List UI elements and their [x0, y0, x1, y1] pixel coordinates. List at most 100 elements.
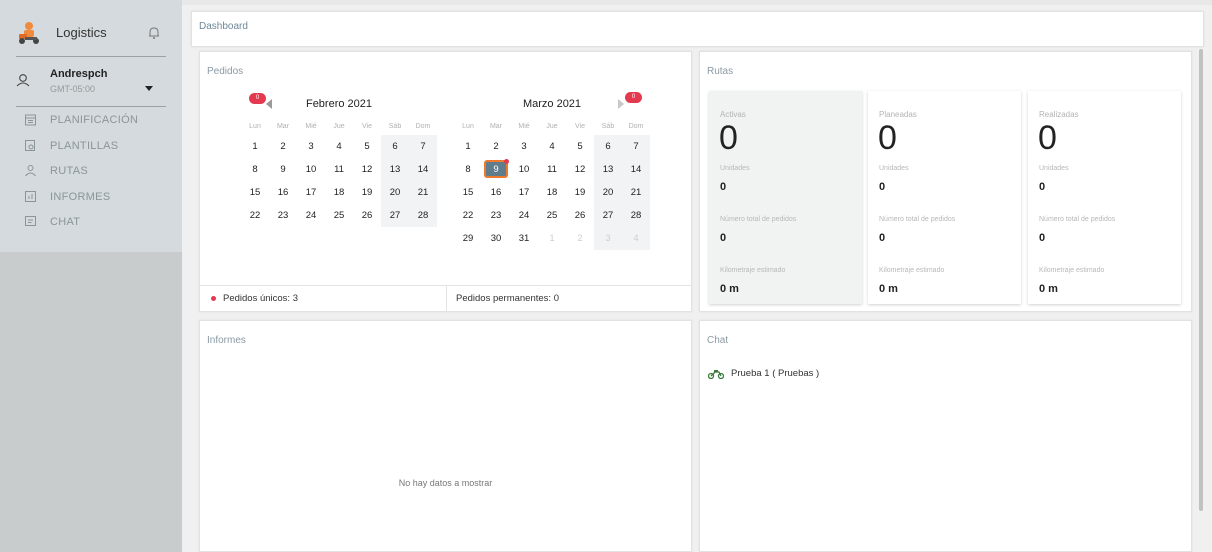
sidebar-item-informes[interactable]: INFORMES: [24, 188, 174, 208]
calendar-day[interactable]: 25: [538, 204, 566, 227]
calendar-day[interactable]: 1: [454, 135, 482, 158]
calendar-day[interactable]: 20: [381, 181, 409, 204]
sidebar-item-chat[interactable]: CHAT: [24, 213, 174, 233]
calendar-day[interactable]: 4: [325, 135, 353, 158]
calendar-day[interactable]: 11: [325, 158, 353, 181]
weekday-label: Mar: [276, 123, 290, 130]
calendar-day[interactable]: 16: [482, 181, 510, 204]
calendar-day[interactable]: 2: [566, 227, 594, 250]
user-icon: [16, 74, 30, 87]
calendar-day[interactable]: 18: [325, 181, 353, 204]
calendar-day[interactable]: 15: [241, 181, 269, 204]
bell-icon[interactable]: [147, 26, 161, 40]
calendar-day[interactable]: 14: [622, 158, 650, 181]
calendar-day[interactable]: 10: [297, 158, 325, 181]
calendar-day[interactable]: 14: [409, 158, 437, 181]
page-title: Dashboard: [199, 21, 248, 32]
sidebar-item-label: PLANIFICACIÓN: [50, 114, 139, 126]
calendar-day[interactable]: 21: [409, 181, 437, 204]
chevron-down-icon[interactable]: [145, 86, 153, 91]
calendar-day[interactable]: 5: [566, 135, 594, 158]
calendar-day[interactable]: 18: [538, 181, 566, 204]
sidebar-item-planificacion[interactable]: PLANIFICACIÓN: [24, 111, 174, 131]
sidebar-item-label: PLANTILLAS: [50, 140, 119, 152]
calendar-day[interactable]: 28: [622, 204, 650, 227]
calendar-day[interactable]: 12: [353, 158, 381, 181]
route-card-planeadas[interactable]: Planeadas 0 Unidades 0 Número total de p…: [868, 91, 1021, 304]
calendar-day[interactable]: 6: [594, 135, 622, 158]
calendar-day[interactable]: 8: [454, 158, 482, 181]
calendar-day[interactable]: 16: [269, 181, 297, 204]
calendar-day[interactable]: 11: [538, 158, 566, 181]
calendar-day[interactable]: 8: [241, 158, 269, 181]
calendar-day[interactable]: 3: [297, 135, 325, 158]
calendar-day[interactable]: 23: [269, 204, 297, 227]
calendar-day[interactable]: 29: [454, 227, 482, 250]
calendar-day[interactable]: 9: [269, 158, 297, 181]
selected-day[interactable]: 9: [484, 159, 509, 178]
calendar-day[interactable]: 31: [510, 227, 538, 250]
calendar-day[interactable]: 2: [482, 135, 510, 158]
brand: Logistics: [16, 18, 166, 52]
calendar-day[interactable]: 7: [409, 135, 437, 158]
calendar-day[interactable]: 3: [510, 135, 538, 158]
sidebar-item-rutas[interactable]: RUTAS: [24, 162, 174, 182]
scrollbar[interactable]: [1199, 49, 1203, 511]
rutas-panel: Rutas Activas 0 Unidades 0 Número total …: [699, 51, 1192, 312]
calendar-day[interactable]: 21: [622, 181, 650, 204]
calendar-day[interactable]: 13: [594, 158, 622, 181]
calendar-day[interactable]: 19: [353, 181, 381, 204]
km-label: Kilometraje estimado: [720, 267, 786, 274]
calendar-day[interactable]: 1: [241, 135, 269, 158]
calendar-day[interactable]: 26: [566, 204, 594, 227]
route-card-activas[interactable]: Activas 0 Unidades 0 Número total de ped…: [709, 91, 862, 304]
calendar-title: Marzo 2021: [522, 98, 582, 110]
calendar-day[interactable]: 27: [381, 204, 409, 227]
card-title: Activas: [720, 110, 746, 119]
weekday-label: Lun: [462, 123, 474, 130]
calendar-day[interactable]: 26: [353, 204, 381, 227]
top-strip: [182, 0, 1212, 5]
calendar-day[interactable]: 7: [622, 135, 650, 158]
calendar-day[interactable]: 28: [409, 204, 437, 227]
sidebar-item-plantillas[interactable]: PLANTILLAS: [24, 137, 174, 157]
calendar-day[interactable]: 13: [381, 158, 409, 181]
pedidos-label: Número total de pedidos: [1039, 216, 1116, 223]
calendar-day[interactable]: 19: [566, 181, 594, 204]
calendar-day[interactable]: 9: [482, 158, 510, 181]
calendar-day[interactable]: 3: [594, 227, 622, 250]
pedidos-summary: Pedidos únicos: 3 Pedidos permanentes: 0: [200, 285, 691, 312]
calendar-day[interactable]: 22: [241, 204, 269, 227]
calendar-day[interactable]: 20: [594, 181, 622, 204]
calendar-day[interactable]: 17: [297, 181, 325, 204]
unidades-label: Unidades: [1039, 165, 1069, 172]
chat-panel: Chat Prueba 1 ( Pruebas ): [699, 320, 1192, 552]
calendar-day[interactable]: 4: [622, 227, 650, 250]
calendar-day[interactable]: 10: [510, 158, 538, 181]
calendar-day[interactable]: 5: [353, 135, 381, 158]
user-name: Andrespch: [50, 68, 108, 80]
calendar-day[interactable]: 15: [454, 181, 482, 204]
calendar-day[interactable]: 30: [482, 227, 510, 250]
page-header: Dashboard: [191, 11, 1204, 47]
pedidos-value: 0: [720, 232, 727, 244]
calendar-day[interactable]: 23: [482, 204, 510, 227]
panel-title: Chat: [707, 335, 729, 346]
pedidos-panel: Pedidos 0 0 Febrero 2021 Lun Mar Mié Jue Vie…: [199, 51, 692, 312]
calendar-day[interactable]: 25: [325, 204, 353, 227]
calendar-day[interactable]: 27: [594, 204, 622, 227]
calendar-day[interactable]: 6: [381, 135, 409, 158]
route-card-realizadas[interactable]: Realizadas 0 Unidades 0 Número total de …: [1028, 91, 1181, 304]
calendar-day[interactable]: 1: [538, 227, 566, 250]
calendar-day[interactable]: 24: [297, 204, 325, 227]
status-dot: [211, 296, 216, 301]
calendar-day[interactable]: 17: [510, 181, 538, 204]
user-menu[interactable]: Andrespch GMT-05:00: [16, 66, 166, 100]
chat-conversation-item[interactable]: Prueba 1 ( Pruebas ): [708, 367, 908, 383]
calendar-day[interactable]: 4: [538, 135, 566, 158]
calendar-day[interactable]: 24: [510, 204, 538, 227]
calendar-day[interactable]: 22: [454, 204, 482, 227]
panel-title: Rutas: [707, 66, 734, 77]
calendar-day[interactable]: 2: [269, 135, 297, 158]
calendar-day[interactable]: 12: [566, 158, 594, 181]
